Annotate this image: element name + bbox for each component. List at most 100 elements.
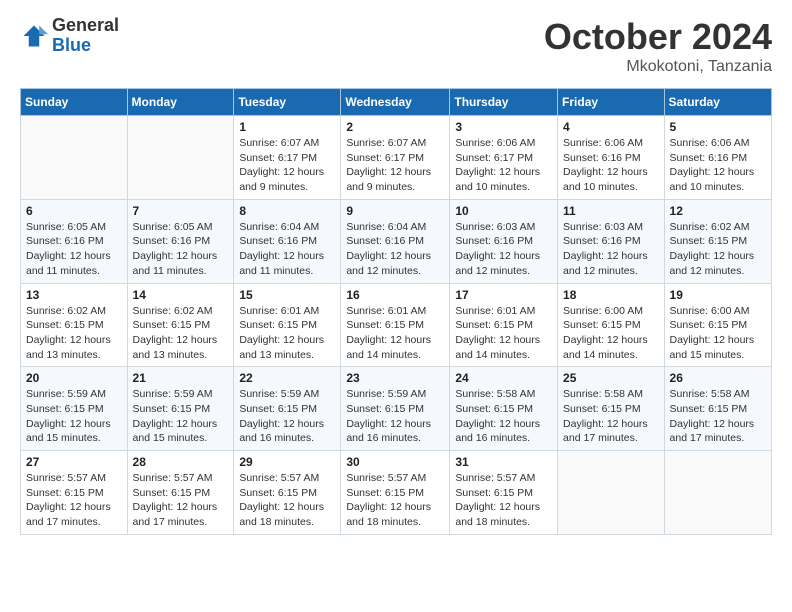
- day-info: Sunrise: 6:03 AM Sunset: 6:16 PM Dayligh…: [455, 220, 552, 279]
- day-number: 11: [563, 204, 659, 218]
- day-number: 29: [239, 455, 335, 469]
- calendar-cell: 11 Sunrise: 6:03 AM Sunset: 6:16 PM Dayli…: [558, 199, 665, 283]
- calendar-cell: 30 Sunrise: 5:57 AM Sunset: 6:15 PM Dayli…: [341, 451, 450, 535]
- calendar-cell: 5 Sunrise: 6:06 AM Sunset: 6:16 PM Daylig…: [664, 116, 771, 200]
- weekday-header: Saturday: [664, 89, 771, 116]
- calendar-week-row: 6 Sunrise: 6:05 AM Sunset: 6:16 PM Daylig…: [21, 199, 772, 283]
- day-number: 28: [133, 455, 229, 469]
- day-number: 17: [455, 288, 552, 302]
- calendar-cell: 17 Sunrise: 6:01 AM Sunset: 6:15 PM Dayli…: [450, 283, 558, 367]
- calendar-cell: 23Sunrise: 5:59 AM Sunset: 6:15 PM Dayli…: [341, 367, 450, 451]
- weekday-header: Monday: [127, 89, 234, 116]
- calendar-cell: 1 Sunrise: 6:07 AM Sunset: 6:17 PM Daylig…: [234, 116, 341, 200]
- calendar-cell: 31 Sunrise: 5:57 AM Sunset: 6:15 PM Dayli…: [450, 451, 558, 535]
- day-number: 16: [346, 288, 444, 302]
- day-number: 1: [239, 120, 335, 134]
- day-number: 5: [670, 120, 766, 134]
- day-info: Sunrise: 6:01 AM Sunset: 6:15 PM Dayligh…: [346, 304, 444, 363]
- day-number: 18: [563, 288, 659, 302]
- day-info: Sunrise: 6:00 AM Sunset: 6:15 PM Dayligh…: [563, 304, 659, 363]
- logo: General Blue: [20, 16, 119, 56]
- day-number: 10: [455, 204, 552, 218]
- day-number: 4: [563, 120, 659, 134]
- day-number: 7: [133, 204, 229, 218]
- month-title: October 2024: [544, 16, 772, 58]
- title-block: October 2024 Mkokotoni, Tanzania: [544, 16, 772, 76]
- calendar-cell: 21 Sunrise: 5:59 AM Sunset: 6:15 PM Dayli…: [127, 367, 234, 451]
- weekday-header: Tuesday: [234, 89, 341, 116]
- weekday-header: Friday: [558, 89, 665, 116]
- day-info: Sunrise: 6:06 AM Sunset: 6:17 PM Dayligh…: [455, 136, 552, 195]
- logo-general-text: General: [52, 16, 119, 36]
- day-number: 8: [239, 204, 335, 218]
- logo-blue-text: Blue: [52, 36, 119, 56]
- day-info: Sunrise: 5:58 AM Sunset: 6:15 PM Dayligh…: [455, 387, 552, 446]
- calendar-cell: 9 Sunrise: 6:04 AM Sunset: 6:16 PM Daylig…: [341, 199, 450, 283]
- calendar-cell: 25 Sunrise: 5:58 AM Sunset: 6:15 PM Dayli…: [558, 367, 665, 451]
- calendar-cell: 8 Sunrise: 6:04 AM Sunset: 6:16 PM Daylig…: [234, 199, 341, 283]
- day-info: Sunrise: 6:07 AM Sunset: 6:17 PM Dayligh…: [346, 136, 444, 195]
- calendar-week-row: 1 Sunrise: 6:07 AM Sunset: 6:17 PM Daylig…: [21, 116, 772, 200]
- day-info: Sunrise: 5:59 AM Sunset: 6:15 PM Dayligh…: [346, 387, 444, 446]
- calendar-cell: [21, 116, 128, 200]
- day-info: Sunrise: 6:00 AM Sunset: 6:15 PM Dayligh…: [670, 304, 766, 363]
- day-info: Sunrise: 6:05 AM Sunset: 6:16 PM Dayligh…: [26, 220, 122, 279]
- logo-text: General Blue: [52, 16, 119, 56]
- day-info: Sunrise: 6:02 AM Sunset: 6:15 PM Dayligh…: [26, 304, 122, 363]
- day-number: 31: [455, 455, 552, 469]
- day-number: 21: [133, 371, 229, 385]
- logo-icon: [20, 22, 48, 50]
- day-info: Sunrise: 5:57 AM Sunset: 6:15 PM Dayligh…: [133, 471, 229, 530]
- day-number: 30: [346, 455, 444, 469]
- calendar-cell: 10 Sunrise: 6:03 AM Sunset: 6:16 PM Dayli…: [450, 199, 558, 283]
- calendar-week-row: 27 Sunrise: 5:57 AM Sunset: 6:15 PM Dayli…: [21, 451, 772, 535]
- day-number: 3: [455, 120, 552, 134]
- calendar-cell: 13Sunrise: 6:02 AM Sunset: 6:15 PM Dayli…: [21, 283, 128, 367]
- day-info: Sunrise: 6:04 AM Sunset: 6:16 PM Dayligh…: [346, 220, 444, 279]
- weekday-row: SundayMondayTuesdayWednesdayThursdayFrid…: [21, 89, 772, 116]
- calendar-cell: 18 Sunrise: 6:00 AM Sunset: 6:15 PM Dayli…: [558, 283, 665, 367]
- day-info: Sunrise: 6:01 AM Sunset: 6:15 PM Dayligh…: [455, 304, 552, 363]
- day-info: Sunrise: 6:05 AM Sunset: 6:16 PM Dayligh…: [133, 220, 229, 279]
- day-number: 12: [670, 204, 766, 218]
- calendar-cell: 4 Sunrise: 6:06 AM Sunset: 6:16 PM Daylig…: [558, 116, 665, 200]
- day-info: Sunrise: 6:07 AM Sunset: 6:17 PM Dayligh…: [239, 136, 335, 195]
- day-number: 25: [563, 371, 659, 385]
- day-info: Sunrise: 5:57 AM Sunset: 6:15 PM Dayligh…: [346, 471, 444, 530]
- day-info: Sunrise: 6:04 AM Sunset: 6:16 PM Dayligh…: [239, 220, 335, 279]
- day-number: 22: [239, 371, 335, 385]
- day-number: 2: [346, 120, 444, 134]
- calendar-cell: 2 Sunrise: 6:07 AM Sunset: 6:17 PM Daylig…: [341, 116, 450, 200]
- day-info: Sunrise: 6:06 AM Sunset: 6:16 PM Dayligh…: [563, 136, 659, 195]
- day-info: Sunrise: 6:02 AM Sunset: 6:15 PM Dayligh…: [670, 220, 766, 279]
- day-info: Sunrise: 5:58 AM Sunset: 6:15 PM Dayligh…: [670, 387, 766, 446]
- day-info: Sunrise: 5:59 AM Sunset: 6:15 PM Dayligh…: [133, 387, 229, 446]
- day-number: 6: [26, 204, 122, 218]
- calendar-cell: [127, 116, 234, 200]
- day-info: Sunrise: 6:06 AM Sunset: 6:16 PM Dayligh…: [670, 136, 766, 195]
- calendar-cell: 24 Sunrise: 5:58 AM Sunset: 6:15 PM Dayli…: [450, 367, 558, 451]
- day-number: 9: [346, 204, 444, 218]
- calendar-week-row: 20 Sunrise: 5:59 AM Sunset: 6:15 PM Dayli…: [21, 367, 772, 451]
- calendar-cell: [558, 451, 665, 535]
- day-number: 19: [670, 288, 766, 302]
- day-number: 27: [26, 455, 122, 469]
- day-info: Sunrise: 5:57 AM Sunset: 6:15 PM Dayligh…: [455, 471, 552, 530]
- calendar-cell: 3 Sunrise: 6:06 AM Sunset: 6:17 PM Daylig…: [450, 116, 558, 200]
- calendar-cell: 29Sunrise: 5:57 AM Sunset: 6:15 PM Dayli…: [234, 451, 341, 535]
- calendar-cell: 26Sunrise: 5:58 AM Sunset: 6:15 PM Dayli…: [664, 367, 771, 451]
- weekday-header: Thursday: [450, 89, 558, 116]
- calendar-cell: 28 Sunrise: 5:57 AM Sunset: 6:15 PM Dayli…: [127, 451, 234, 535]
- page-header: General Blue October 2024 Mkokotoni, Tan…: [20, 16, 772, 76]
- calendar-cell: 20Sunrise: 5:59 AM Sunset: 6:15 PM Dayli…: [21, 367, 128, 451]
- calendar-table: SundayMondayTuesdayWednesdayThursdayFrid…: [20, 88, 772, 535]
- day-info: Sunrise: 6:03 AM Sunset: 6:16 PM Dayligh…: [563, 220, 659, 279]
- day-number: 20: [26, 371, 122, 385]
- location-title: Mkokotoni, Tanzania: [544, 58, 772, 76]
- weekday-header: Sunday: [21, 89, 128, 116]
- calendar-cell: 12 Sunrise: 6:02 AM Sunset: 6:15 PM Dayli…: [664, 199, 771, 283]
- calendar-cell: 27Sunrise: 5:57 AM Sunset: 6:15 PM Dayli…: [21, 451, 128, 535]
- day-number: 15: [239, 288, 335, 302]
- day-info: Sunrise: 5:58 AM Sunset: 6:15 PM Dayligh…: [563, 387, 659, 446]
- day-number: 24: [455, 371, 552, 385]
